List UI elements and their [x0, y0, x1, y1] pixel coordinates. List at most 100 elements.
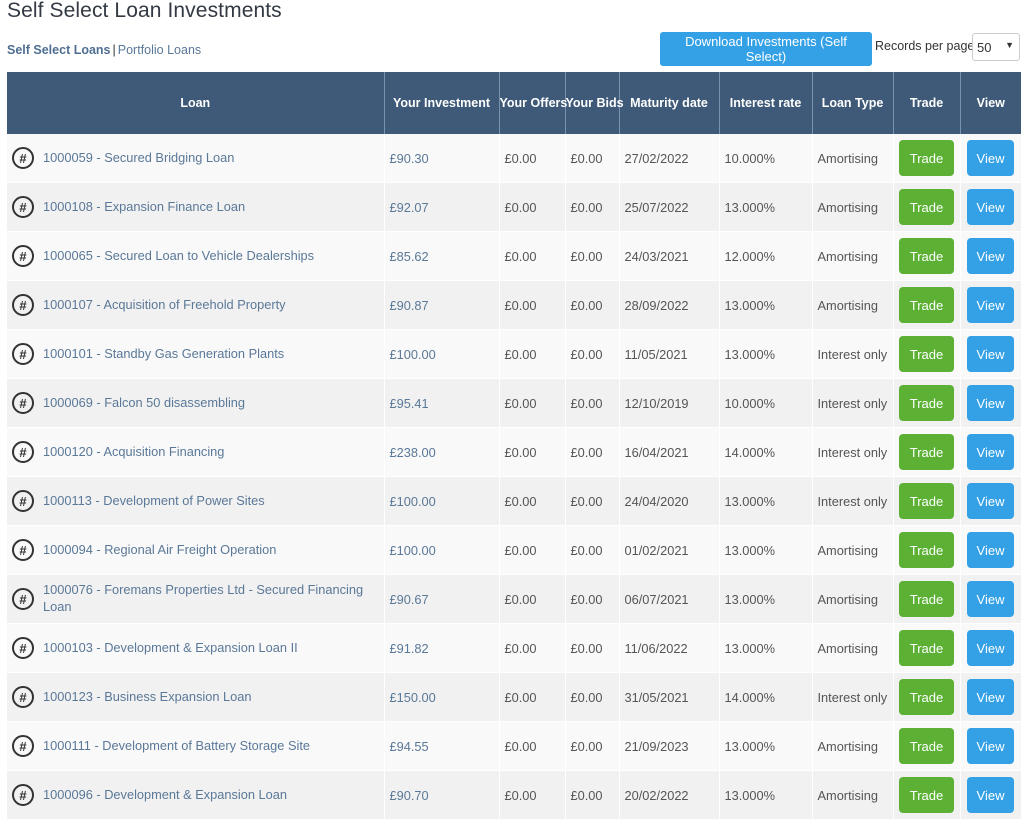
table-row: #1000059 - Secured Bridging Loan £90.30 £0…	[7, 134, 1022, 183]
view-cell: View	[960, 770, 1022, 820]
view-button[interactable]: View	[967, 581, 1014, 617]
subnav-portfolio-loans[interactable]: Portfolio Loans	[118, 43, 201, 57]
loan-link[interactable]: 1000065 - Secured Loan to Vehicle Dealer…	[43, 248, 314, 265]
download-investments-button[interactable]: Download Investments (Self Select)	[660, 32, 872, 66]
hash-icon: #	[12, 147, 34, 169]
investment-cell: £90.70	[384, 770, 500, 820]
view-button[interactable]: View	[967, 483, 1014, 519]
trade-cell: Trade	[893, 476, 961, 526]
view-button[interactable]: View	[967, 777, 1014, 813]
view-button[interactable]: View	[967, 385, 1014, 421]
loan-link[interactable]: 1000076 - Foremans Properties Ltd - Secu…	[43, 582, 379, 615]
trade-button[interactable]: Trade	[899, 728, 954, 764]
maturity-cell: 24/04/2020	[619, 476, 720, 526]
investment-link[interactable]: £85.62	[390, 249, 429, 264]
view-cell: View	[960, 280, 1022, 330]
investment-link[interactable]: £100.00	[390, 543, 436, 558]
loan-link[interactable]: 1000107 - Acquisition of Freehold Proper…	[43, 297, 286, 314]
view-button[interactable]: View	[967, 532, 1014, 568]
investment-link[interactable]: £92.07	[390, 200, 429, 215]
loan-link[interactable]: 1000108 - Expansion Finance Loan	[43, 199, 245, 216]
view-button[interactable]: View	[967, 287, 1014, 323]
column-header-investment[interactable]: Your Investment	[384, 72, 500, 134]
investment-link[interactable]: £91.82	[390, 641, 429, 656]
investment-link[interactable]: £95.41	[390, 396, 429, 411]
records-per-page-select[interactable]: 50 ▼	[972, 33, 1020, 61]
investment-link[interactable]: £90.70	[390, 788, 429, 803]
bids-cell: £0.00	[565, 378, 620, 428]
bids-cell: £0.00	[565, 280, 620, 330]
loan-link[interactable]: 1000113 - Development of Power Sites	[43, 493, 265, 510]
bids-cell: £0.00	[565, 231, 620, 281]
investment-link[interactable]: £150.00	[390, 690, 436, 705]
table-row: #1000096 - Development & Expansion Loan £…	[7, 770, 1022, 820]
loan-link[interactable]: 1000111 - Development of Battery Storage…	[43, 738, 310, 755]
investment-link[interactable]: £90.67	[390, 592, 429, 607]
investment-link[interactable]: £100.00	[390, 347, 436, 362]
trade-button[interactable]: Trade	[899, 581, 954, 617]
subnav-self-select-loans[interactable]: Self Select Loans	[7, 43, 111, 57]
investment-cell: £85.62	[384, 231, 500, 281]
trade-button[interactable]: Trade	[899, 630, 954, 666]
trade-cell: Trade	[893, 231, 961, 281]
loan-link[interactable]: 1000059 - Secured Bridging Loan	[43, 150, 234, 167]
trade-button[interactable]: Trade	[899, 140, 954, 176]
column-header-maturity[interactable]: Maturity date	[619, 72, 720, 134]
trade-button[interactable]: Trade	[899, 385, 954, 421]
loan-link[interactable]: 1000101 - Standby Gas Generation Plants	[43, 346, 284, 363]
view-button[interactable]: View	[967, 728, 1014, 764]
offers-cell: £0.00	[499, 721, 566, 771]
view-button[interactable]: View	[967, 140, 1014, 176]
offers-cell: £0.00	[499, 329, 566, 379]
investment-link[interactable]: £90.87	[390, 298, 429, 313]
loan-type-cell: Interest only	[812, 329, 894, 379]
offers-cell: £0.00	[499, 770, 566, 820]
loan-link[interactable]: 1000120 - Acquisition Financing	[43, 444, 224, 461]
column-header-loan[interactable]: Loan	[7, 72, 385, 134]
investment-link[interactable]: £238.00	[390, 445, 436, 460]
trade-button[interactable]: Trade	[899, 434, 954, 470]
trade-cell: Trade	[893, 672, 961, 722]
loan-link[interactable]: 1000096 - Development & Expansion Loan	[43, 787, 287, 804]
loan-link[interactable]: 1000069 - Falcon 50 disassembling	[43, 395, 245, 412]
rate-cell: 13.000%	[719, 721, 813, 771]
investment-link[interactable]: £90.30	[390, 151, 429, 166]
trade-button[interactable]: Trade	[899, 238, 954, 274]
trade-button[interactable]: Trade	[899, 777, 954, 813]
investment-link[interactable]: £100.00	[390, 494, 436, 509]
view-button[interactable]: View	[967, 189, 1014, 225]
column-header-rate[interactable]: Interest rate	[719, 72, 813, 134]
rate-cell: 13.000%	[719, 525, 813, 575]
loan-cell: #1000096 - Development & Expansion Loan	[7, 770, 385, 820]
bids-cell: £0.00	[565, 623, 620, 673]
view-button[interactable]: View	[967, 630, 1014, 666]
trade-button[interactable]: Trade	[899, 287, 954, 323]
column-header-type[interactable]: Loan Type	[812, 72, 894, 134]
loan-link[interactable]: 1000094 - Regional Air Freight Operation	[43, 542, 276, 559]
view-cell: View	[960, 231, 1022, 281]
trade-button[interactable]: Trade	[899, 679, 954, 715]
loan-cell: #1000101 - Standby Gas Generation Plants	[7, 329, 385, 379]
view-button[interactable]: View	[967, 434, 1014, 470]
trade-button[interactable]: Trade	[899, 189, 954, 225]
view-button[interactable]: View	[967, 238, 1014, 274]
chevron-down-icon: ▼	[1005, 40, 1014, 50]
offers-cell: £0.00	[499, 574, 566, 624]
investment-cell: £150.00	[384, 672, 500, 722]
trade-button[interactable]: Trade	[899, 483, 954, 519]
view-button[interactable]: View	[967, 679, 1014, 715]
records-per-page-label: Records per page	[875, 39, 975, 53]
column-header-offers[interactable]: Your Offers	[499, 72, 567, 134]
loan-link[interactable]: 1000103 - Development & Expansion Loan I…	[43, 640, 298, 657]
trade-button[interactable]: Trade	[899, 336, 954, 372]
bids-cell: £0.00	[565, 721, 620, 771]
investment-link[interactable]: £94.55	[390, 739, 429, 754]
view-cell: View	[960, 476, 1022, 526]
column-header-bids[interactable]: Your Bids	[565, 72, 624, 134]
loan-link[interactable]: 1000123 - Business Expansion Loan	[43, 689, 251, 706]
loan-type-cell: Amortising	[812, 134, 894, 183]
trade-button[interactable]: Trade	[899, 532, 954, 568]
view-button[interactable]: View	[967, 336, 1014, 372]
view-cell: View	[960, 329, 1022, 379]
offers-cell: £0.00	[499, 427, 566, 477]
